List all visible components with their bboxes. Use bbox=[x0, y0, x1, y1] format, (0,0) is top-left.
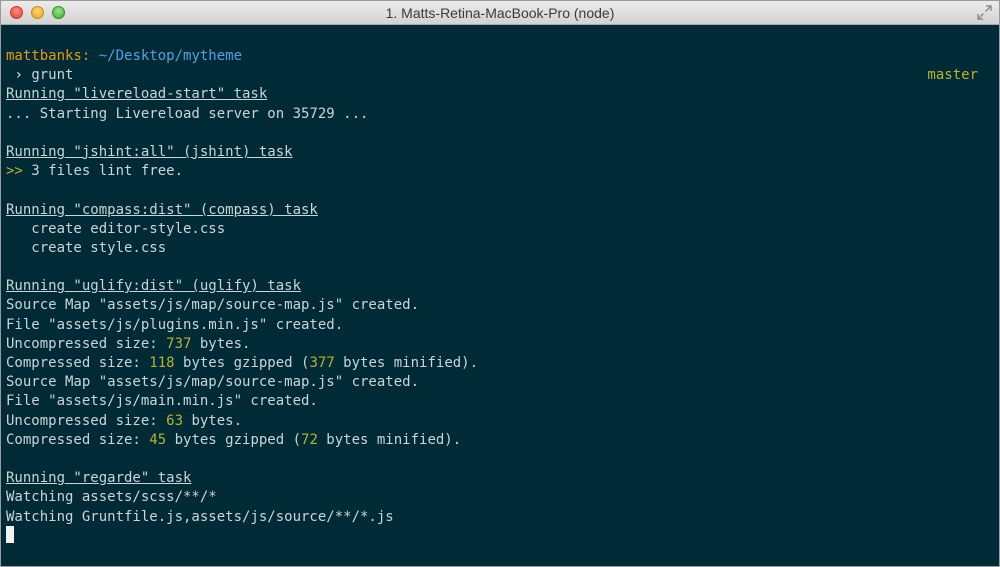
output-line: ... Starting Livereload server on 35729 … bbox=[6, 105, 369, 122]
cursor-line[interactable] bbox=[6, 526, 999, 546]
output-line: Uncompressed size: 63 bytes. bbox=[6, 412, 999, 431]
output-text: 3 files lint free. bbox=[31, 163, 184, 180]
output-line: >> 3 files lint free. bbox=[6, 162, 999, 181]
terminal-output: mattbanks: ~/Desktop/mytheme › grunt Run… bbox=[6, 47, 999, 546]
window-title: 1. Matts-Retina-MacBook-Pro (node) bbox=[385, 5, 615, 21]
size-value: 45 bbox=[149, 431, 167, 448]
output-text: bytes. bbox=[191, 335, 251, 352]
output-line: Compressed size: 118 bytes gzipped (377 … bbox=[6, 354, 999, 373]
size-value: 63 bbox=[166, 412, 184, 429]
output-text: Uncompressed size: bbox=[6, 335, 167, 352]
text-cursor bbox=[6, 526, 14, 544]
task-header-jshint: Running "jshint:all" (jshint) task bbox=[6, 143, 293, 160]
output-text: bytes minified). bbox=[317, 431, 462, 448]
output-text: bytes minified). bbox=[334, 355, 479, 371]
output-arrow: >> bbox=[6, 163, 23, 180]
task-header-livereload: Running "livereload-start" task bbox=[6, 86, 268, 103]
output-text: bytes gzipped ( bbox=[174, 355, 310, 371]
fullscreen-icon[interactable] bbox=[977, 5, 992, 20]
size-value: 737 bbox=[166, 335, 192, 352]
output-line: Compressed size: 45 bytes gzipped (72 by… bbox=[6, 431, 999, 450]
output-line: create editor-style.css bbox=[6, 220, 226, 237]
output-text: Compressed size: bbox=[6, 431, 150, 448]
output-line: Source Map "assets/js/map/source-map.js"… bbox=[6, 297, 420, 314]
output-line: File "assets/js/main.min.js" created. bbox=[6, 393, 318, 410]
git-branch: master bbox=[927, 67, 978, 83]
prompt-user: mattbanks: bbox=[6, 48, 91, 64]
size-value: 118 bbox=[149, 355, 175, 371]
terminal-window: 1. Matts-Retina-MacBook-Pro (node) mattb… bbox=[0, 0, 1000, 567]
output-line: File "assets/js/plugins.min.js" created. bbox=[6, 316, 344, 333]
output-line: create style.css bbox=[6, 239, 167, 256]
size-value: 72 bbox=[301, 431, 318, 448]
output-line: Watching Gruntfile.js,assets/js/source/*… bbox=[6, 508, 394, 525]
title-bar[interactable]: 1. Matts-Retina-MacBook-Pro (node) bbox=[1, 1, 999, 25]
output-line: Uncompressed size: 737 bytes. bbox=[6, 335, 999, 354]
prompt-chevron-icon: › bbox=[14, 67, 23, 84]
output-text: Uncompressed size: bbox=[6, 412, 167, 429]
output-line: Source Map "assets/js/map/source-map.js"… bbox=[6, 374, 420, 391]
output-text: Compressed size: bbox=[6, 355, 150, 371]
command-line: › grunt bbox=[6, 66, 999, 85]
task-header-regarde: Running "regarde" task bbox=[6, 470, 192, 487]
output-text: bytes gzipped ( bbox=[166, 431, 302, 448]
command-text: grunt bbox=[31, 67, 74, 84]
size-value: 377 bbox=[309, 355, 335, 371]
output-line: Watching assets/scss/**/* bbox=[6, 489, 217, 506]
terminal-content[interactable]: mattbanks: ~/Desktop/mytheme › grunt Run… bbox=[1, 25, 999, 566]
output-text: bytes. bbox=[183, 412, 243, 429]
prompt-line: mattbanks: ~/Desktop/mytheme bbox=[6, 47, 999, 66]
task-header-uglify: Running "uglify:dist" (uglify) task bbox=[6, 278, 302, 295]
task-header-compass: Running "compass:dist" (compass) task bbox=[6, 201, 318, 218]
prompt-path: ~/Desktop/mytheme bbox=[98, 48, 243, 64]
